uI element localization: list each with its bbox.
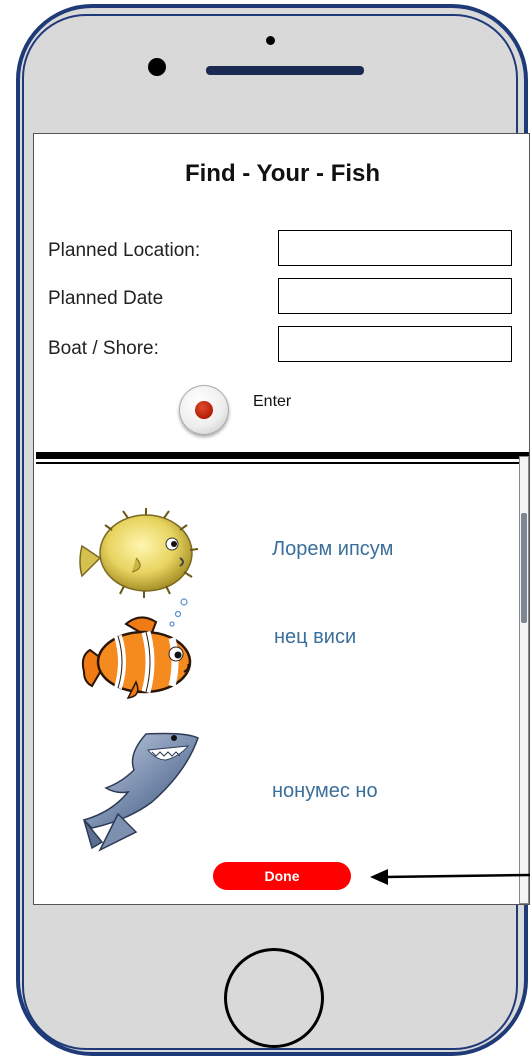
section-divider-thin bbox=[36, 462, 529, 464]
record-icon bbox=[195, 401, 213, 419]
list-scrollbar[interactable] bbox=[519, 456, 529, 904]
earpiece-speaker bbox=[206, 66, 364, 75]
fish-label-1: Лорем ипсум bbox=[272, 538, 394, 560]
scrollbar-thumb[interactable] bbox=[521, 513, 527, 623]
shark-icon bbox=[82, 732, 199, 852]
arrow-pointer-icon bbox=[370, 869, 530, 885]
enter-label: Enter bbox=[253, 393, 292, 410]
fish-label-3: нонумес но bbox=[272, 780, 378, 802]
clownfish-icon bbox=[81, 598, 192, 699]
app-screen: Find - Your - Fish Planned Location: Pla… bbox=[33, 133, 530, 905]
planned-location-label: Planned Location: bbox=[48, 240, 201, 261]
boat-shore-input[interactable] bbox=[278, 326, 512, 362]
done-button[interactable]: Done bbox=[213, 862, 351, 890]
home-button[interactable] bbox=[224, 948, 324, 1048]
boat-shore-label: Boat / Shore: bbox=[48, 338, 159, 359]
fish-label-2: нец виси bbox=[274, 626, 357, 648]
section-divider bbox=[36, 452, 529, 459]
front-camera bbox=[148, 58, 166, 76]
planned-date-input[interactable] bbox=[278, 278, 512, 314]
app-title: Find - Your - Fish bbox=[184, 160, 381, 187]
proximity-sensor bbox=[266, 36, 275, 45]
planned-date-label: Planned Date bbox=[48, 288, 164, 309]
planned-location-input[interactable] bbox=[278, 230, 512, 266]
enter-button[interactable] bbox=[179, 385, 229, 435]
pufferfish-icon bbox=[79, 508, 199, 598]
